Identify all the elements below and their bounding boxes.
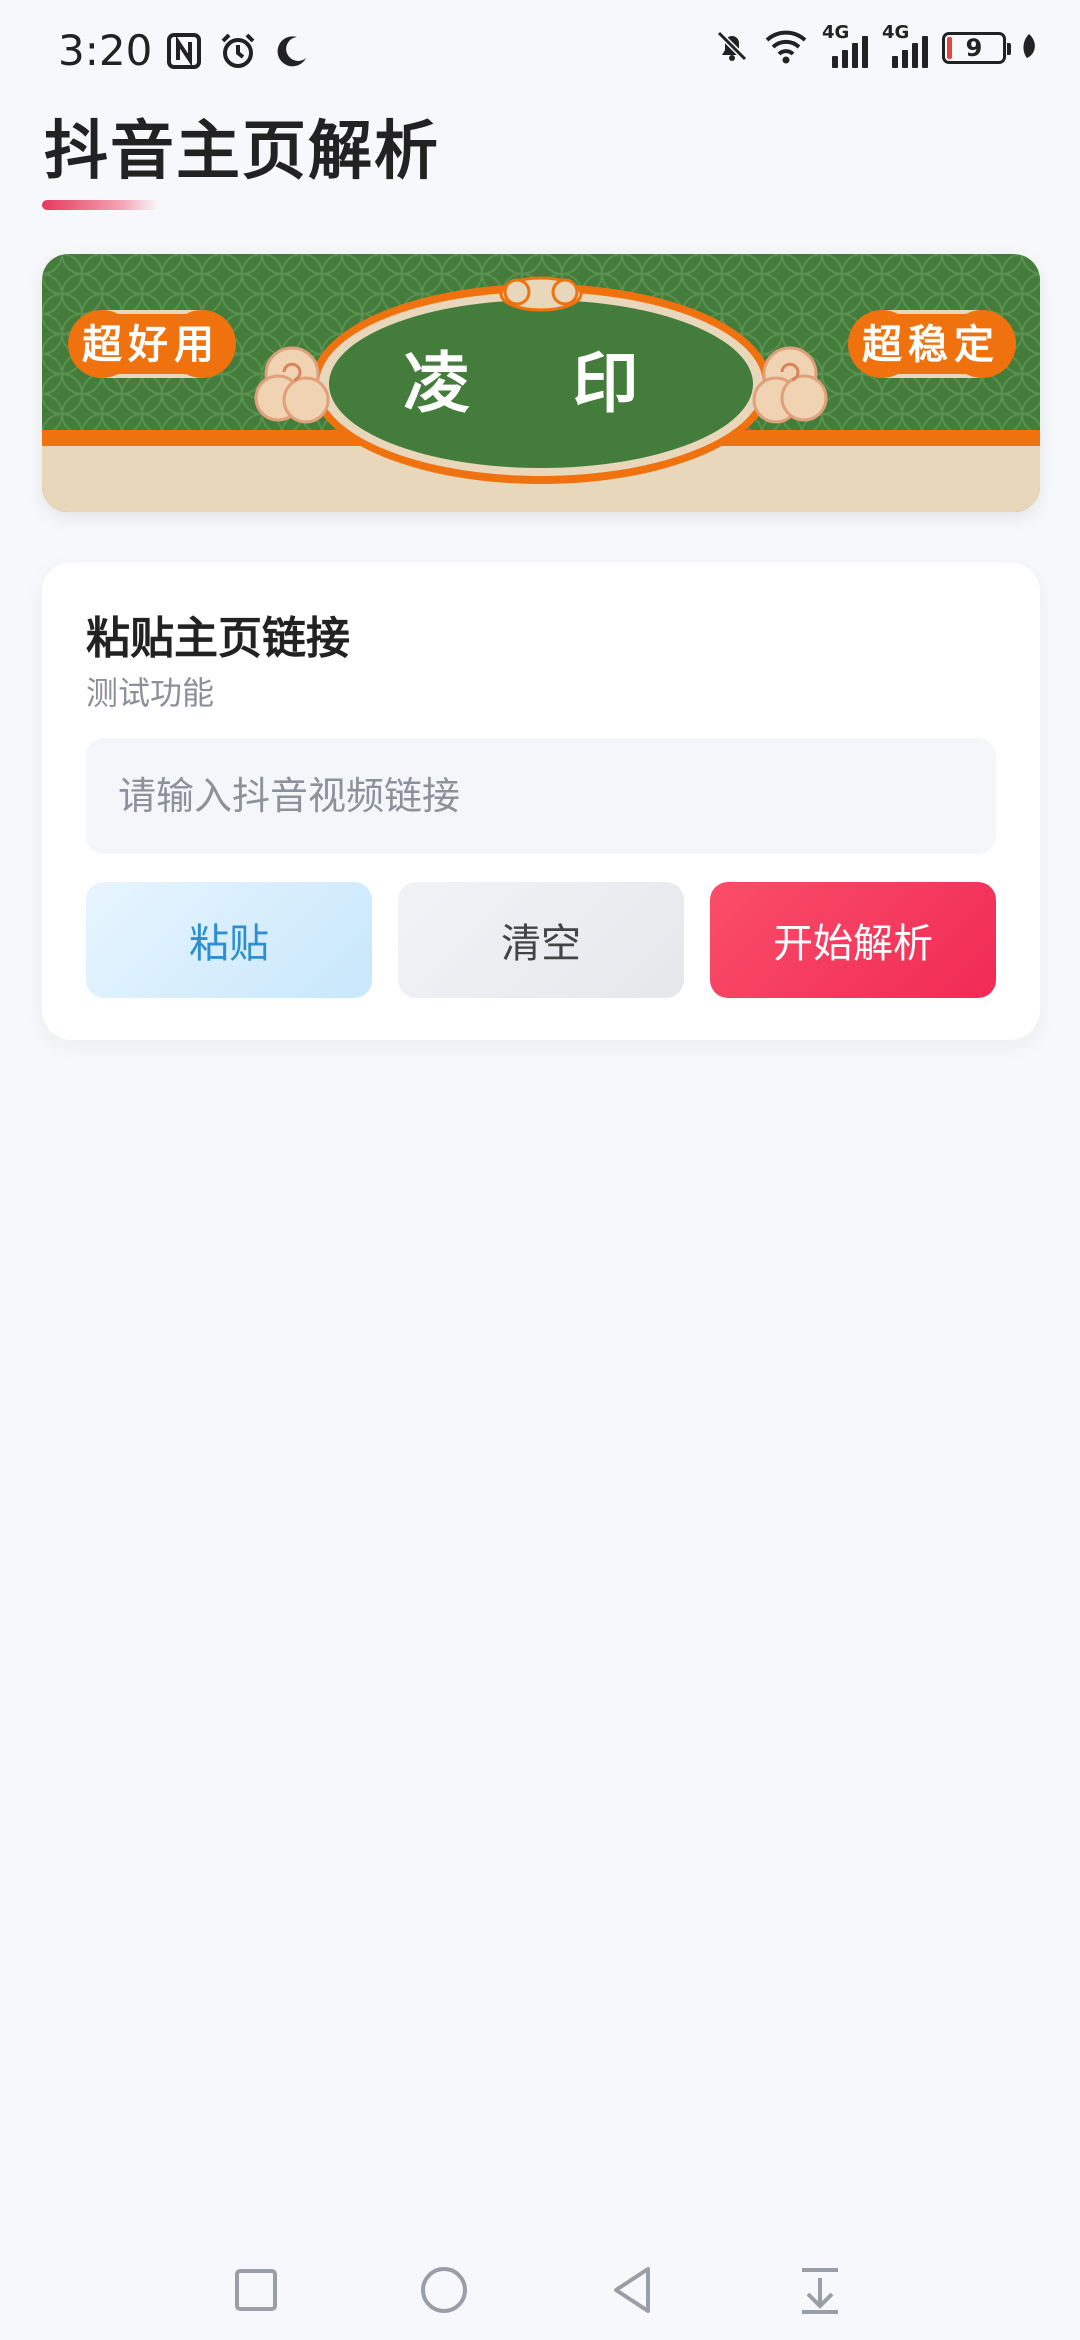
signal-icon: 4G: [822, 22, 868, 68]
status-left: 3:20: [58, 26, 314, 75]
banner[interactable]: 超好用 超稳定 凌 印: [42, 254, 1040, 512]
battery-icon: 9: [942, 32, 1011, 64]
wifi-icon: [764, 28, 808, 68]
nfc-icon: [162, 29, 206, 73]
banner-graphic: 超好用 超稳定 凌 印: [42, 254, 1040, 512]
recent-apps-icon[interactable]: [226, 2260, 286, 2320]
bell-muted-icon: [714, 28, 750, 68]
status-right: 4G 4G 9: [714, 22, 1038, 68]
status-bar: 3:20 4G 4G 9: [0, 0, 1080, 100]
title-underline: [42, 200, 158, 210]
network-type-label: 4G: [882, 22, 910, 43]
banner-right-badge: 超稳定: [862, 322, 1000, 368]
leaf-icon: [1020, 32, 1038, 64]
home-icon[interactable]: [414, 2260, 474, 2320]
banner-center-text: 凌 印: [404, 344, 679, 422]
link-card: 粘贴主页链接 测试功能 粘贴 清空 开始解析: [42, 562, 1040, 1040]
card-title: 粘贴主页链接: [86, 613, 350, 664]
network-type-label: 4G: [822, 22, 850, 43]
navigation-bar: [0, 2240, 1080, 2340]
card-subtitle: 测试功能: [86, 674, 215, 712]
page-title: 抖音主页解析: [44, 115, 440, 189]
video-link-input[interactable]: [86, 738, 996, 854]
paste-button[interactable]: 粘贴: [86, 882, 372, 998]
start-parse-button[interactable]: 开始解析: [710, 882, 996, 998]
moon-icon: [270, 29, 314, 73]
status-time: 3:20: [58, 26, 153, 75]
alarm-icon: [216, 29, 260, 73]
signal-icon: 4G: [882, 22, 928, 68]
drawer-icon[interactable]: [790, 2260, 850, 2320]
clear-button[interactable]: 清空: [398, 882, 684, 998]
battery-level: 9: [965, 34, 983, 62]
banner-left-badge: 超好用: [82, 322, 220, 368]
back-icon[interactable]: [602, 2260, 662, 2320]
